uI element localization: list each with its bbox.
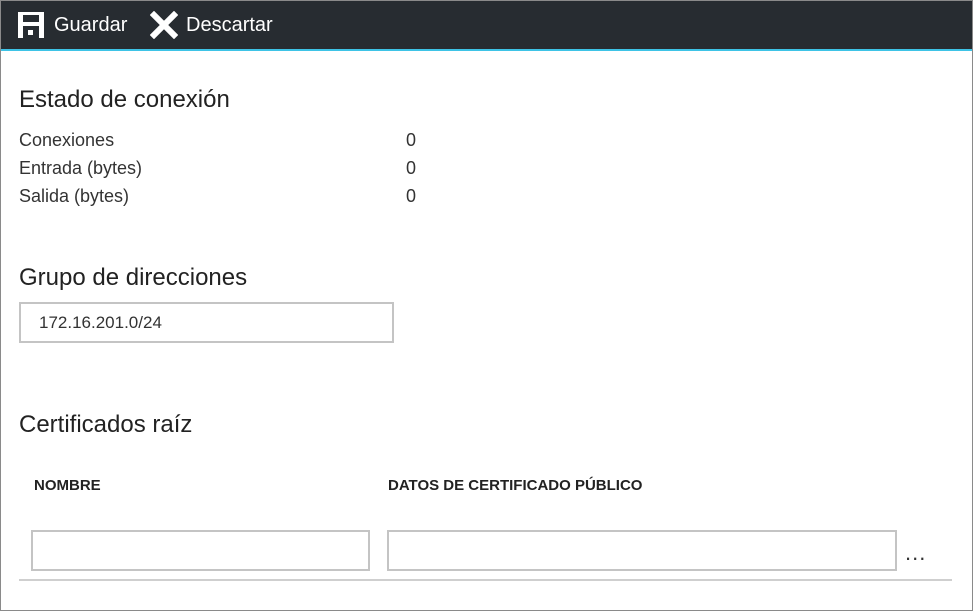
address-pool-input[interactable]: 172.16.201.0/24	[19, 302, 394, 343]
certificate-name-input[interactable]	[31, 530, 370, 571]
address-pool-heading: Grupo de direcciones	[19, 264, 248, 291]
command-bar: Guardar Descartar	[1, 1, 972, 49]
close-icon	[150, 11, 178, 39]
row-divider	[19, 579, 952, 581]
egress-bytes-label: Salida (bytes)	[19, 186, 130, 206]
egress-bytes-value: 0	[406, 186, 417, 206]
connections-label: Conexiones	[19, 130, 115, 150]
save-button[interactable]: Guardar	[16, 1, 127, 49]
ingress-bytes-value: 0	[406, 158, 417, 178]
root-certificates-heading: Certificados raíz	[19, 411, 193, 438]
connection-status-heading: Estado de conexión	[19, 86, 230, 113]
save-icon	[18, 12, 44, 38]
ingress-bytes-label: Entrada (bytes)	[19, 158, 143, 178]
discard-button[interactable]: Descartar	[150, 1, 273, 49]
certificate-data-input[interactable]	[387, 530, 897, 571]
discard-label: Descartar	[186, 13, 273, 36]
toolbar-accent-line	[1, 49, 972, 51]
connections-value: 0	[406, 130, 417, 150]
save-label: Guardar	[54, 13, 128, 36]
column-header-public-cert-data: DATOS DE CERTIFICADO PÚBLICO	[388, 477, 643, 494]
more-options-button[interactable]: ...	[905, 540, 926, 566]
column-header-name: NOMBRE	[34, 477, 101, 494]
